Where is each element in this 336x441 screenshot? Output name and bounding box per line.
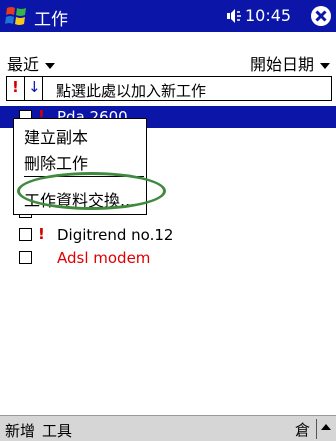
priority-symbol: !: [12, 78, 19, 96]
priority-button[interactable]: !: [7, 77, 25, 100]
priority-mark: !: [38, 225, 45, 243]
clock[interactable]: 10:45: [245, 6, 291, 25]
close-icon[interactable]: [310, 5, 332, 27]
input-panel-toggle[interactable]: [316, 419, 335, 439]
new-task-placeholder[interactable]: 點選此處以加入新工作: [56, 80, 206, 101]
speaker-icon[interactable]: [225, 8, 243, 24]
highlight-ring: [17, 172, 166, 210]
menu-item-delete[interactable]: 刪除工作: [24, 150, 88, 174]
bottom-menu-bar: 新增 工具 倉: [0, 415, 336, 441]
task-checkbox[interactable]: [19, 228, 32, 241]
app-title: 工作: [34, 10, 68, 30]
category-filter-label: 最近: [7, 55, 40, 74]
menu-item-copy[interactable]: 建立副本: [24, 124, 88, 148]
task-row[interactable]: ! Digitrend no.12: [0, 224, 336, 246]
keyboard-icon[interactable]: 倉: [295, 419, 310, 440]
task-name: Digitrend no.12: [57, 226, 174, 244]
chevron-down-icon: [45, 62, 56, 69]
arrow-down-icon: ↓: [28, 78, 41, 96]
sort-label: 開始日期: [249, 55, 314, 74]
tools-menu-button[interactable]: 工具: [42, 420, 72, 441]
filter-bar: 最近 開始日期: [0, 32, 336, 74]
task-row[interactable]: Adsl modem: [0, 247, 336, 269]
category-filter-dropdown[interactable]: 最近: [7, 51, 56, 75]
title-bar: 工作 10:45: [0, 0, 336, 32]
chevron-up-icon: [321, 424, 331, 430]
new-task-entry-bar[interactable]: ! ↓ 點選此處以加入新工作: [6, 76, 332, 101]
task-name: Adsl modem: [57, 249, 151, 267]
windows-flag-icon[interactable]: [4, 4, 30, 28]
new-menu-button[interactable]: 新增: [5, 420, 35, 441]
sort-dropdown[interactable]: 開始日期: [250, 51, 330, 75]
chevron-down-icon: [320, 62, 330, 69]
sort-arrow-button[interactable]: ↓: [25, 77, 43, 100]
task-checkbox[interactable]: [19, 251, 32, 264]
